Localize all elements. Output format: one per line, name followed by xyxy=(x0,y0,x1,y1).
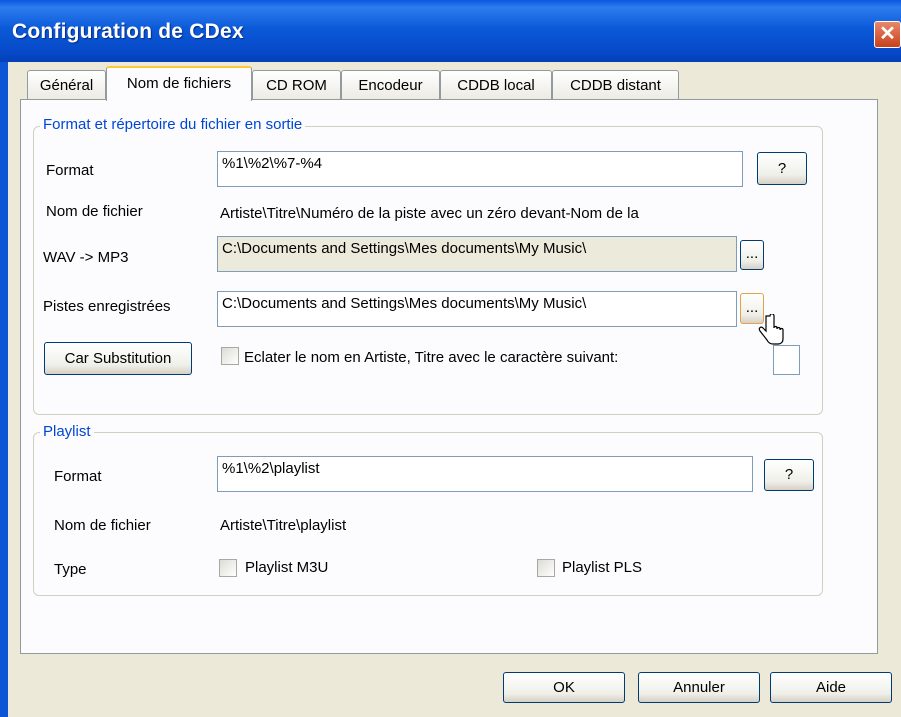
car-substitution-button[interactable]: Car Substitution xyxy=(44,342,192,375)
format-input[interactable]: %1\%2\%7-%4 xyxy=(217,151,743,187)
playlist-filename-preview: Artiste\Titre\playlist xyxy=(220,517,347,534)
playlist-filename-label: Nom de fichier xyxy=(54,517,151,534)
tab-cddb-local[interactable]: CDDB local xyxy=(440,70,552,99)
tab-cd-rom[interactable]: CD ROM xyxy=(252,70,341,99)
tab-encoder[interactable]: Encodeur xyxy=(341,70,440,99)
ok-button[interactable]: OK xyxy=(503,672,625,703)
tab-cddb-remote[interactable]: CDDB distant xyxy=(552,70,679,99)
window-frame xyxy=(0,62,8,717)
split-char-input[interactable] xyxy=(773,345,800,375)
help-button[interactable]: Aide xyxy=(770,672,892,703)
split-name-checkbox[interactable] xyxy=(221,347,239,365)
format-help-button[interactable]: ? xyxy=(757,152,807,185)
hand-cursor-icon xyxy=(758,314,784,345)
playlist-format-input[interactable]: %1\%2\playlist xyxy=(217,456,753,492)
filename-label: Nom de fichier xyxy=(46,203,143,220)
filename-preview: Artiste\Titre\Numéro de la piste avec un… xyxy=(220,205,639,222)
wav-mp3-browse-button[interactable]: ... xyxy=(740,240,764,270)
playlist-m3u-checkbox[interactable] xyxy=(219,559,237,577)
output-group-legend: Format et répertoire du fichier en sorti… xyxy=(40,116,306,133)
tab-file-names[interactable]: Nom de fichiers xyxy=(106,66,252,101)
wav-mp3-path-input[interactable]: C:\Documents and Settings\Mes documents\… xyxy=(217,236,737,272)
playlist-format-label: Format xyxy=(54,468,102,485)
wav-mp3-label: WAV -> MP3 xyxy=(43,249,129,266)
tracks-label: Pistes enregistrées xyxy=(43,298,171,315)
format-label: Format xyxy=(46,162,94,179)
playlist-help-button[interactable]: ? xyxy=(764,459,814,491)
close-icon: ✕ xyxy=(879,23,896,45)
cancel-button[interactable]: Annuler xyxy=(638,672,760,703)
title-bar: Configuration de CDex ✕ xyxy=(0,0,901,62)
playlist-pls-label: Playlist PLS xyxy=(562,559,643,576)
playlist-m3u-label: Playlist M3U xyxy=(245,559,329,576)
playlist-group-legend: Playlist xyxy=(40,423,94,440)
playlist-pls-checkbox[interactable] xyxy=(537,559,555,577)
tab-general[interactable]: Général xyxy=(27,70,106,99)
tracks-path-input[interactable]: C:\Documents and Settings\Mes documents\… xyxy=(217,291,737,327)
split-name-label: Eclater le nom en Artiste, Titre avec le… xyxy=(244,349,619,366)
playlist-type-label: Type xyxy=(54,561,87,578)
close-button[interactable]: ✕ xyxy=(874,21,901,48)
window-title: Configuration de CDex xyxy=(12,20,244,43)
